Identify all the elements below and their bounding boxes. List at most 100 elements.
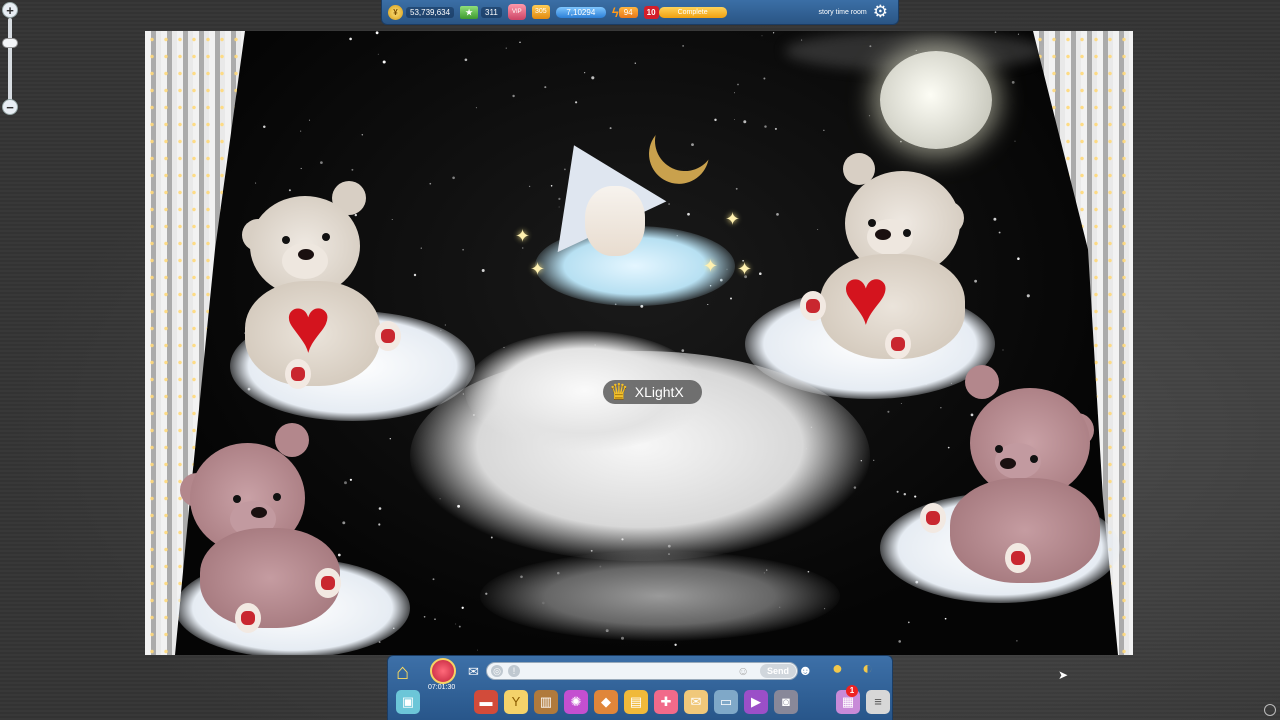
wardrobe-icon[interactable]: ▥ (534, 690, 558, 714)
star (733, 92, 736, 94)
witch-on-cloud[interactable]: ✦ ✦ ✦ ✦ ✦ (515, 119, 755, 331)
coins-value: 53,739,634 (406, 6, 455, 18)
star-sparkle: ✦ (530, 259, 546, 279)
shop-bag-icon[interactable]: Y (504, 690, 528, 714)
food-icon[interactable]: ◆ (594, 690, 618, 714)
zoom-out-button[interactable]: − (2, 99, 18, 115)
star (763, 77, 766, 80)
bear-nose (251, 507, 267, 518)
red-heart: ♥ (842, 252, 890, 341)
bear-eye (282, 236, 290, 244)
starcoin-icon: ★ (460, 5, 479, 19)
red-heart: ♥ (285, 281, 332, 369)
sofa-icon[interactable]: ▬ (474, 690, 498, 714)
star (1011, 81, 1015, 84)
star (994, 31, 997, 33)
corner-indicator (1264, 704, 1276, 716)
house-icon[interactable]: ⌂ (396, 660, 422, 684)
send-button[interactable]: Send (760, 664, 796, 678)
star (714, 118, 717, 122)
star (522, 247, 524, 249)
star (512, 94, 515, 98)
star (434, 618, 436, 620)
chat-bubble-icon[interactable]: ✉ (468, 664, 479, 680)
smiley-icon[interactable]: ☺ (737, 664, 749, 678)
gift-icon[interactable]: ✚ (654, 690, 678, 714)
level-counter[interactable]: 10 Complete (643, 5, 727, 20)
bear-paw (1005, 543, 1031, 573)
notification-badge: 1 (846, 685, 858, 697)
diamonds-value: 305 (531, 5, 550, 19)
star (764, 125, 767, 128)
camera-icon[interactable]: ◙ (774, 690, 798, 714)
player-nametag[interactable]: ♛ XLightX (603, 380, 702, 404)
emote-icon[interactable]: ◎ (491, 665, 503, 677)
mouse-cursor: ➤ (1058, 668, 1069, 682)
vip-icon: VIP (507, 4, 526, 20)
witch-face (585, 186, 645, 256)
coins-counter[interactable]: ¥ 53,739,634 (388, 4, 455, 20)
star (774, 127, 777, 130)
game-stage[interactable]: ✦ ✦ ✦ ✦ ✦ ♥ ♥ ♛ XLightX (145, 31, 1133, 655)
info-icon[interactable]: ! (508, 665, 520, 677)
star (481, 269, 485, 272)
star (464, 58, 468, 62)
fame-counter[interactable]: 7,10294 (555, 5, 606, 20)
star (743, 120, 747, 124)
level-status: Complete (658, 6, 727, 18)
map-icon[interactable]: ▣ (396, 690, 420, 714)
star (361, 134, 364, 136)
star (349, 37, 352, 41)
bear-eye (322, 233, 330, 241)
chat-input[interactable] (486, 662, 798, 680)
speaker-icon[interactable]: ◐ (862, 658, 873, 679)
star (475, 107, 477, 109)
star (375, 31, 379, 35)
teddy-bear-pink-right[interactable] (880, 363, 1120, 613)
top-hud: ¥ 53,739,634 ★ 311 VIP 305 7,10294 ϟ 94 … (381, 0, 899, 25)
zoom-track[interactable] (8, 18, 12, 102)
star (377, 53, 379, 55)
newspaper-icon[interactable]: ≡ (866, 690, 890, 714)
movie-icon[interactable]: ▶ (744, 690, 768, 714)
tv-icon[interactable]: ▭ (714, 690, 738, 714)
teddy-bear-pink-left[interactable] (175, 423, 410, 655)
vip-button[interactable]: VIP (507, 4, 526, 20)
diamonds-counter[interactable]: 305 (531, 5, 550, 20)
money-bag-icon[interactable]: ● (832, 658, 843, 679)
dark-cloud (480, 551, 840, 641)
star (591, 76, 595, 80)
bear-paw (315, 568, 341, 598)
star (382, 60, 386, 64)
bear-paw (800, 291, 826, 321)
star (1002, 349, 1004, 351)
bear-eye (233, 495, 241, 503)
star (519, 41, 521, 44)
coin-icon: ¥ (388, 4, 403, 20)
star (868, 115, 871, 117)
zoom-slider-handle[interactable] (2, 38, 18, 48)
bear-nose (875, 229, 891, 240)
star (998, 231, 1001, 234)
star (823, 129, 825, 131)
bear-eye (1030, 455, 1038, 463)
person-icon[interactable]: ☻ (798, 662, 813, 678)
star-sparkle: ✦ (515, 226, 531, 246)
zoom-in-button[interactable]: + (2, 2, 18, 18)
star (944, 617, 947, 620)
bear-ear (965, 365, 999, 399)
star (300, 167, 302, 170)
energy-counter[interactable]: ϟ 94 (612, 5, 638, 20)
full-moon (880, 51, 992, 149)
gear-icon[interactable]: ⚙ (873, 2, 888, 22)
star (423, 615, 426, 618)
heart-clock-icon[interactable] (430, 658, 456, 684)
quest-book-icon[interactable]: ▤ (624, 690, 648, 714)
teddy-bear-white-left[interactable]: ♥ (230, 181, 475, 426)
settings-wheel-icon[interactable]: ✺ (564, 690, 588, 714)
mail-icon[interactable]: ✉ (684, 690, 708, 714)
star (584, 72, 586, 74)
starcoins-counter[interactable]: ★ 311 (460, 5, 502, 20)
crown-icon: ♛ (609, 379, 629, 404)
teddy-bear-white-right[interactable]: ♥ (745, 149, 995, 399)
